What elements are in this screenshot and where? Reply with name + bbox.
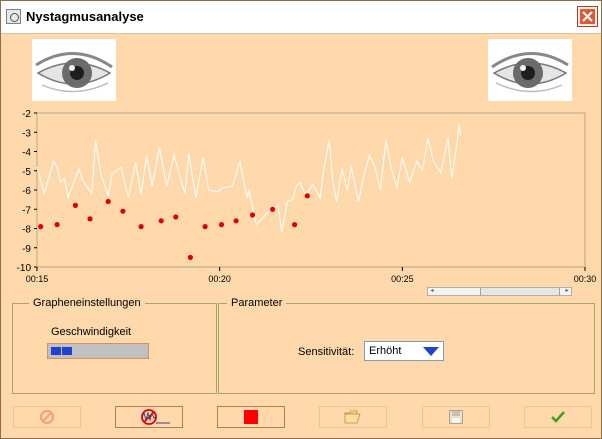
open-button[interactable] — [319, 406, 387, 428]
beat-point — [270, 206, 276, 212]
y-tick-label: -3 — [22, 128, 31, 139]
beat-point — [105, 198, 111, 205]
chart-scrollbar[interactable]: ◂ ▸ — [427, 287, 572, 296]
x-tick-label: 00:30 — [574, 274, 597, 284]
speed-level-segment — [62, 347, 72, 355]
y-tick-label: -8 — [22, 225, 31, 236]
speed-level-segment — [51, 347, 61, 355]
beat-point — [304, 193, 310, 199]
title-bar: Nystagmusanalyse — [1, 1, 601, 34]
x-tick-label: 00:20 — [208, 274, 231, 284]
beat-point — [120, 208, 126, 214]
beat-point — [187, 254, 193, 260]
graph-settings-title: Grapheneinstellungen — [29, 297, 145, 309]
beat-point — [218, 222, 225, 228]
beat-point — [138, 224, 144, 230]
no-graph-icon — [141, 409, 170, 425]
stop-icon — [244, 410, 258, 424]
no-graph-button[interactable] — [115, 406, 183, 428]
app-window: Nystagmusanalyse -2 -3 -4 -5 -6 -7 -8 -9… — [0, 0, 602, 439]
ok-button[interactable] — [524, 406, 592, 428]
cancel-button[interactable] — [13, 406, 81, 428]
scroll-right-icon[interactable]: ▸ — [563, 288, 571, 295]
chevron-down-icon[interactable] — [423, 347, 439, 356]
plot-area — [36, 112, 586, 268]
speed-level-fill — [51, 347, 72, 355]
y-tick-label: -4 — [22, 148, 31, 159]
y-tick-label: -5 — [22, 167, 31, 178]
beat-point — [249, 212, 256, 218]
x-tick-label: 00:15 — [26, 274, 49, 284]
cancel-icon — [40, 410, 54, 424]
y-tick-label: -2 — [22, 109, 31, 120]
y-tick-label: -9 — [22, 244, 31, 255]
parameter-title: Parameter — [227, 297, 287, 309]
open-folder-icon — [344, 410, 361, 424]
sensitivity-value: Erhöht — [369, 345, 402, 357]
right-eye-image — [488, 39, 572, 101]
beat-point — [292, 222, 298, 228]
check-icon — [551, 411, 565, 423]
y-tick-label: -10 — [17, 263, 32, 274]
close-icon — [580, 9, 595, 24]
close-button[interactable] — [577, 6, 598, 27]
save-button[interactable] — [422, 406, 490, 428]
y-tick-label: -6 — [22, 186, 31, 197]
beat-point — [233, 218, 239, 224]
app-icon — [6, 9, 21, 24]
beat-point — [87, 216, 93, 222]
save-icon — [449, 410, 463, 424]
scroll-left-icon[interactable]: ◂ — [428, 288, 436, 295]
window-title: Nystagmusanalyse — [26, 9, 144, 24]
beat-point — [54, 222, 60, 228]
beat-point — [72, 202, 78, 208]
beat-point — [173, 214, 179, 220]
x-tick-label: 00:25 — [391, 274, 414, 284]
sensitivity-label: Sensitivität: — [298, 346, 355, 358]
beat-point — [202, 224, 208, 230]
stop-button[interactable] — [217, 406, 285, 428]
speed-slider[interactable] — [47, 343, 149, 359]
nystagmus-chart: -2 -3 -4 -5 -6 -7 -8 -9 -1000:15 00:20 00:25 00:30 — [17, 109, 597, 284]
y-tick-label: -7 — [22, 205, 31, 216]
beat-point — [158, 218, 164, 224]
speed-label: Geschwindigkeit — [51, 326, 132, 338]
left-eye-image — [32, 39, 116, 101]
sensitivity-select[interactable]: Erhöht — [364, 341, 444, 361]
beat-point — [38, 224, 44, 230]
scroll-thumb[interactable] — [480, 288, 560, 295]
